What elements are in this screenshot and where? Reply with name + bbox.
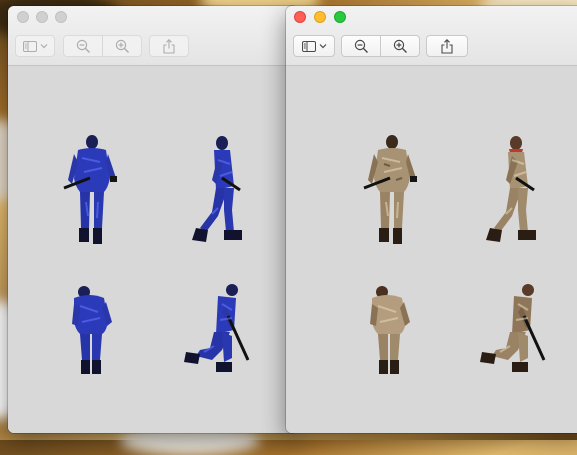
soldier-back-standing-sprite: [63, 135, 117, 244]
share-button[interactable]: [149, 35, 189, 57]
soldier-side-crouching-aiming-sprite: [184, 284, 250, 372]
zoom-button[interactable]: [55, 11, 67, 23]
share-button[interactable]: [426, 35, 468, 57]
zoom-out-button[interactable]: [63, 35, 103, 57]
close-button[interactable]: [294, 11, 306, 23]
chevron-down-icon: [319, 44, 326, 49]
zoom-in-button[interactable]: [380, 35, 420, 57]
preview-window-right: [286, 6, 577, 433]
window-titlebar[interactable]: [8, 6, 298, 66]
share-icon: [163, 38, 175, 54]
close-button[interactable]: [17, 11, 29, 23]
zoom-out-icon: [354, 39, 368, 53]
minimize-button[interactable]: [314, 11, 326, 23]
soldier-side-crouching-aiming-sprite: [480, 284, 546, 372]
zoom-in-icon: [393, 39, 407, 53]
minimize-button[interactable]: [36, 11, 48, 23]
soldier-back-crouched-sprite: [370, 286, 410, 374]
sidebar-view-button[interactable]: [15, 35, 55, 57]
image-canvas[interactable]: [8, 66, 298, 433]
soldier-side-walking-sprite: [486, 136, 536, 242]
zoom-in-icon: [115, 39, 129, 53]
soldier-back-standing-sprite: [363, 135, 417, 244]
chevron-down-icon: [40, 44, 47, 49]
preview-window-left: [8, 6, 298, 433]
zoom-in-button[interactable]: [102, 35, 142, 57]
sidebar-icon: [22, 40, 37, 52]
zoom-button[interactable]: [334, 11, 346, 23]
zoom-out-icon: [76, 39, 90, 53]
soldier-side-walking-sprite: [192, 136, 242, 242]
image-canvas[interactable]: [286, 66, 577, 433]
zoom-out-button[interactable]: [341, 35, 381, 57]
sidebar-icon: [301, 40, 316, 52]
window-titlebar[interactable]: [286, 6, 577, 66]
sidebar-view-button[interactable]: [293, 35, 335, 57]
soldier-back-crouched-sprite: [72, 286, 112, 374]
share-icon: [441, 38, 453, 54]
